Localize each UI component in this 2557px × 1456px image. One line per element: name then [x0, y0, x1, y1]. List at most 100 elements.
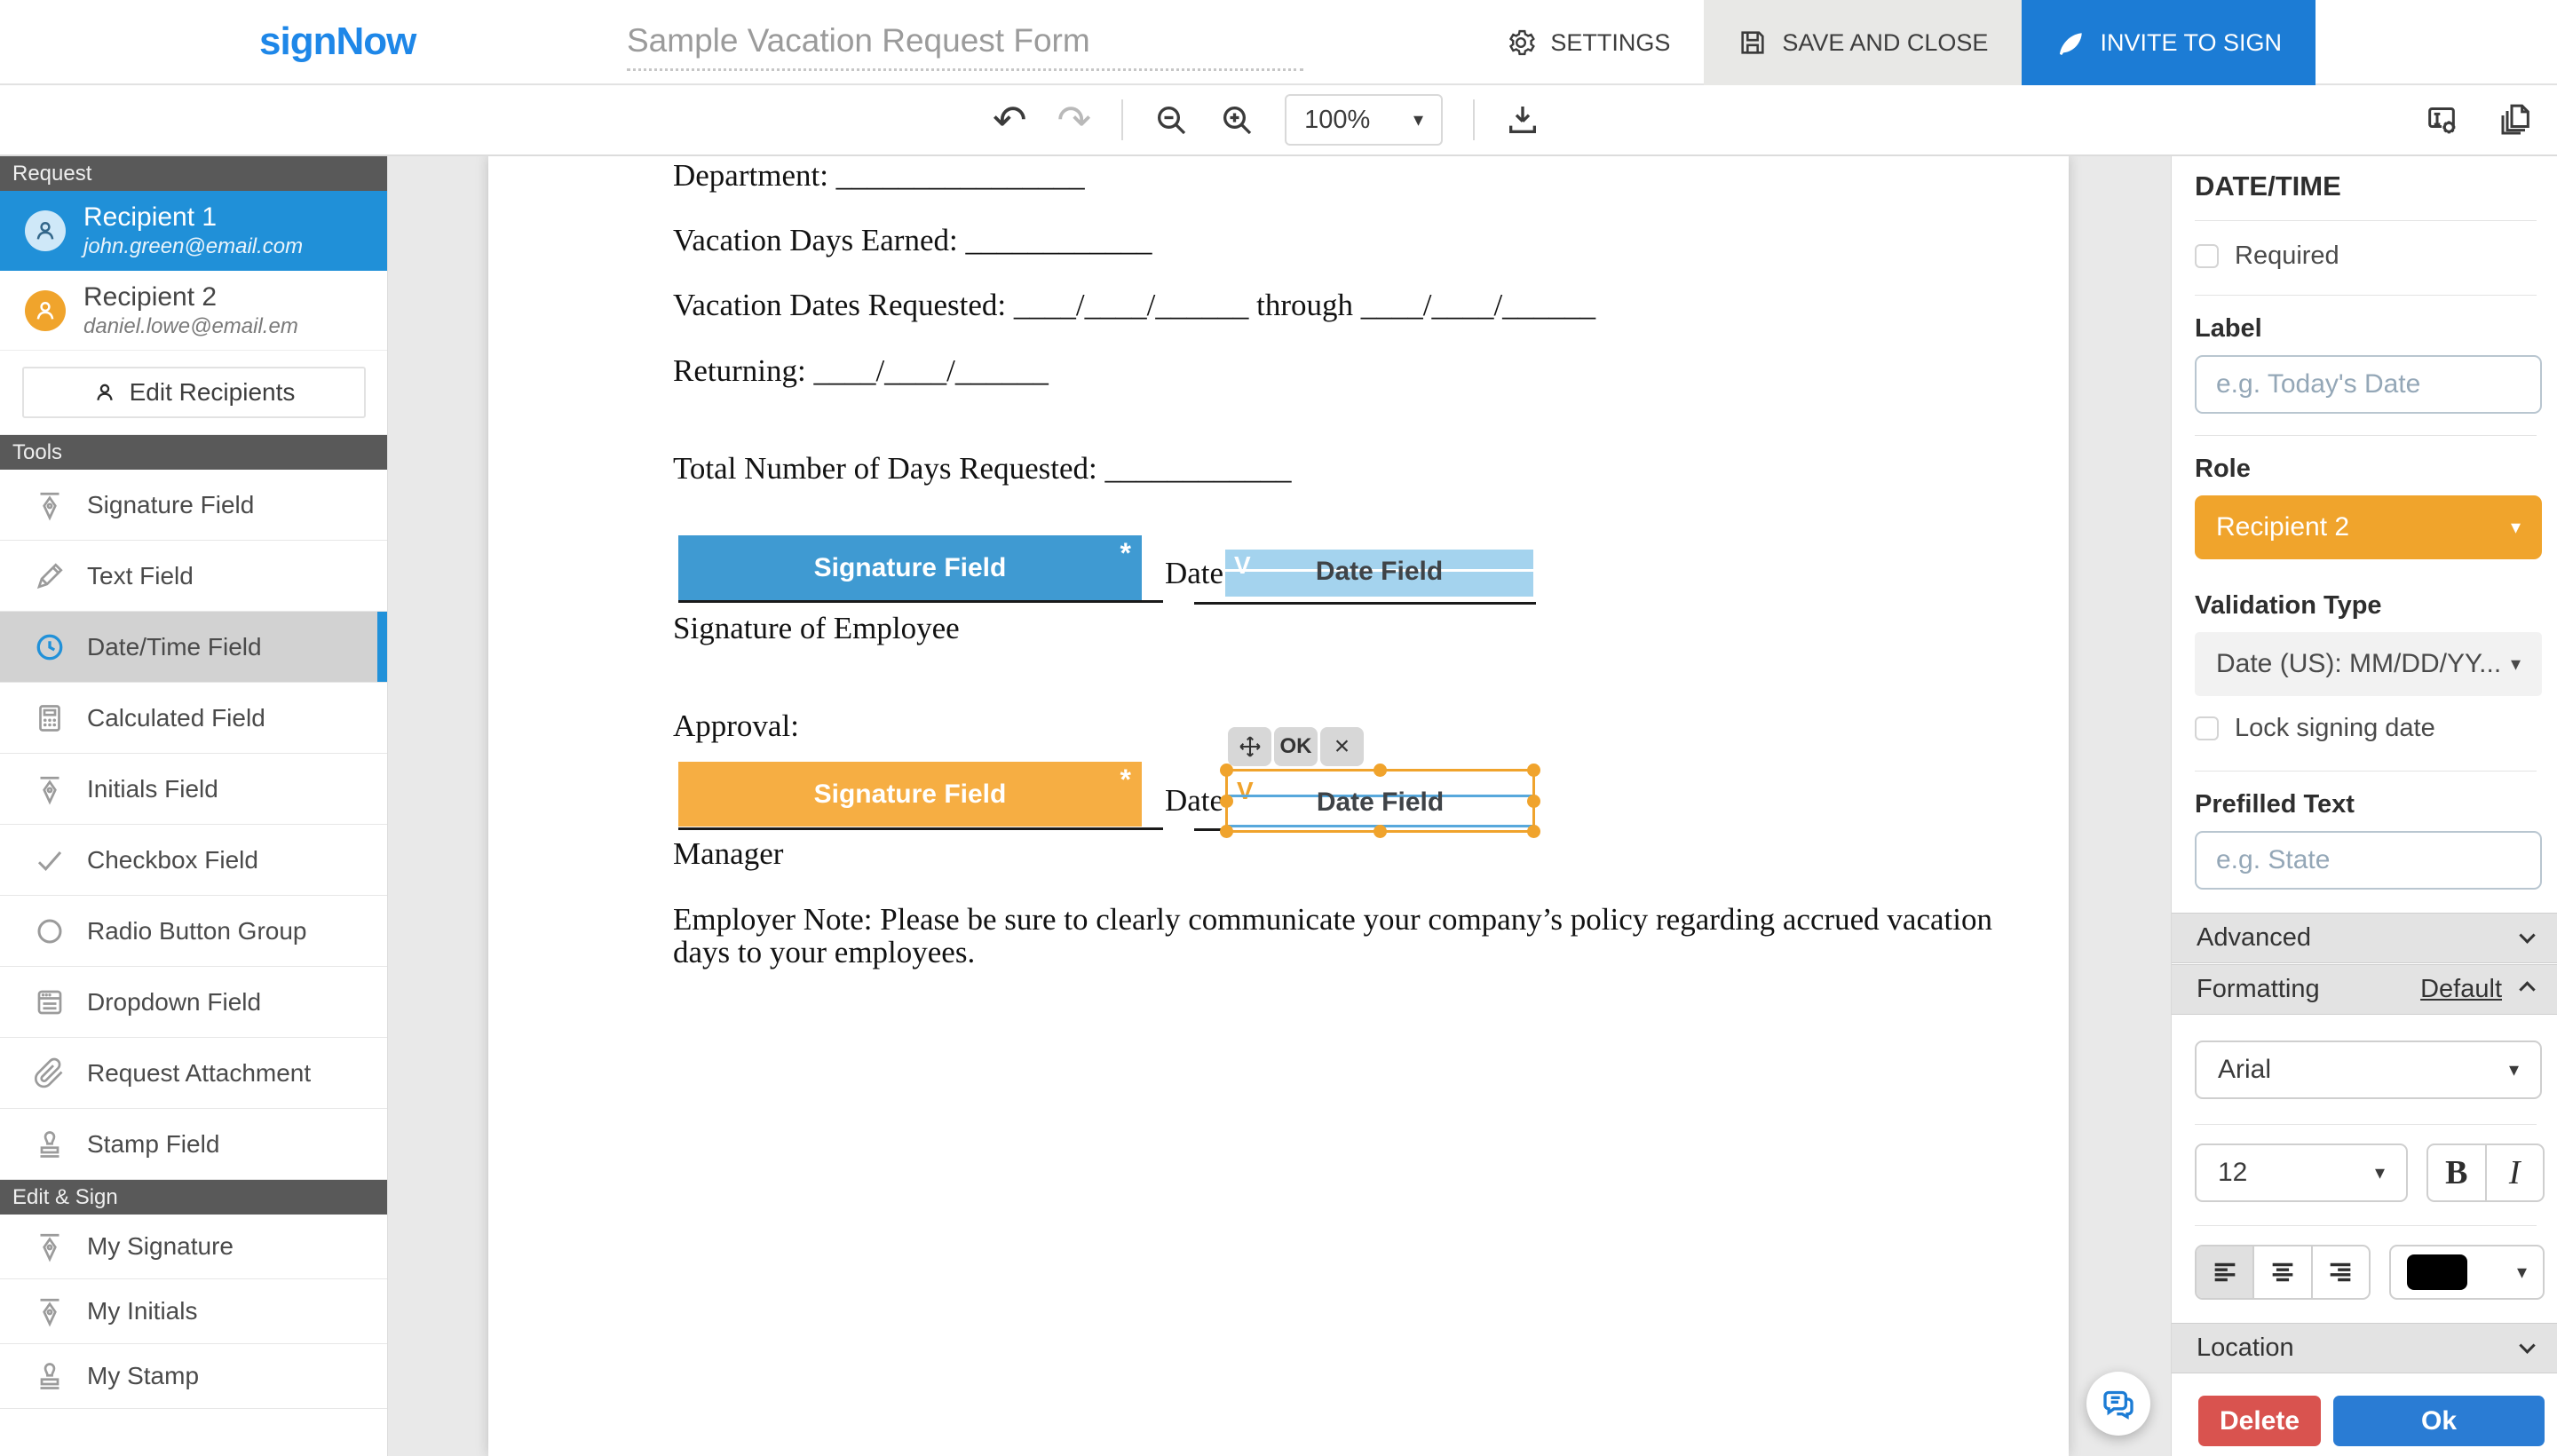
- tool-label: Stamp Field: [87, 1130, 219, 1159]
- resize-handle-s[interactable]: [1373, 825, 1387, 838]
- settings-label: SETTINGS: [1550, 29, 1670, 57]
- formatting-section-toggle[interactable]: Formatting Default: [2172, 964, 2557, 1015]
- required-checkbox-row[interactable]: Required: [2195, 241, 2339, 271]
- label-heading: Label: [2195, 314, 2262, 344]
- date-field-selected[interactable]: V Date Field: [1225, 769, 1535, 833]
- resize-handle-sw[interactable]: [1220, 825, 1233, 838]
- tool-label: Date/Time Field: [87, 633, 262, 661]
- delete-field-button[interactable]: ×: [1320, 727, 1364, 766]
- doc-line-department: Department: ________________: [673, 158, 1085, 194]
- location-section-toggle[interactable]: Location: [2172, 1323, 2557, 1373]
- recipient-2-item[interactable]: Recipient 2 daniel.lowe@email.em: [0, 271, 387, 351]
- label-input[interactable]: e.g. Today's Date: [2195, 355, 2542, 414]
- confirm-field-button[interactable]: OK: [1274, 727, 1318, 766]
- save-and-close-button[interactable]: SAVE AND CLOSE: [1704, 0, 2022, 85]
- doc-line-note-1: Employer Note: Please be sure to clearly…: [673, 902, 1992, 938]
- move-field-button[interactable]: [1228, 727, 1271, 766]
- resize-handle-ne[interactable]: [1527, 764, 1540, 777]
- signature-field-label: Signature Field: [814, 553, 1007, 583]
- left-sidebar: Request Recipient 1 john.green@email.com…: [0, 156, 388, 1456]
- redo-button[interactable]: ↷: [1057, 99, 1092, 140]
- tool-request-attachment[interactable]: Request Attachment: [0, 1038, 387, 1109]
- date-field-recipient1[interactable]: V Date Field: [1225, 550, 1533, 597]
- text-align-group: [2195, 1245, 2371, 1300]
- resize-handle-se[interactable]: [1527, 825, 1540, 838]
- field-settings-icon[interactable]: [2424, 102, 2459, 138]
- lock-signing-date-checkbox[interactable]: [2195, 716, 2219, 740]
- bold-button[interactable]: B: [2428, 1145, 2487, 1200]
- signature-field-recipient1[interactable]: Signature Field *: [678, 535, 1142, 600]
- resize-handle-n[interactable]: [1373, 764, 1387, 777]
- edit-recipients-button[interactable]: Edit Recipients: [22, 367, 366, 418]
- tool-signature-field[interactable]: Signature Field: [0, 470, 387, 541]
- align-center-icon: [2268, 1257, 2298, 1287]
- chevron-down-icon: ▾: [2511, 516, 2521, 539]
- settings-button[interactable]: SETTINGS: [1472, 0, 1704, 85]
- lock-signing-date-row[interactable]: Lock signing date: [2195, 714, 2435, 743]
- zoom-in-icon[interactable]: [1219, 102, 1255, 138]
- advanced-section-toggle[interactable]: Advanced: [2172, 913, 2557, 963]
- toolbar-divider: [1121, 99, 1123, 140]
- delete-button[interactable]: Delete: [2198, 1396, 2321, 1446]
- resize-handle-nw[interactable]: [1220, 764, 1233, 777]
- dropdown-list-icon: [34, 986, 66, 1018]
- formatting-default-link[interactable]: Default: [2420, 975, 2502, 1004]
- tool-label: My Initials: [87, 1297, 197, 1325]
- invite-to-sign-button[interactable]: INVITE TO SIGN: [2022, 0, 2316, 85]
- align-left-button[interactable]: [2197, 1246, 2252, 1298]
- chat-icon: [2101, 1386, 2136, 1421]
- validation-type-select[interactable]: Date (US): MM/DD/YY... ▾: [2195, 632, 2542, 696]
- role-select[interactable]: Recipient 2 ▾: [2195, 495, 2542, 559]
- radio-circle-icon: [34, 915, 66, 947]
- chevron-down-icon: ▾: [2509, 1058, 2519, 1081]
- divider: [2195, 220, 2537, 221]
- tool-date-time-field[interactable]: Date/Time Field: [0, 612, 387, 683]
- tool-my-initials[interactable]: My Initials: [0, 1279, 387, 1344]
- pages-icon[interactable]: [2498, 102, 2534, 138]
- required-checkbox[interactable]: [2195, 244, 2219, 268]
- tool-dropdown-field[interactable]: Dropdown Field: [0, 967, 387, 1038]
- prefilled-text-heading: Prefilled Text: [2195, 790, 2355, 819]
- tool-stamp-field[interactable]: Stamp Field: [0, 1109, 387, 1180]
- signature-underline: [678, 827, 1163, 830]
- tool-radio-button-group[interactable]: Radio Button Group: [0, 896, 387, 967]
- zoom-out-icon[interactable]: [1153, 102, 1189, 138]
- align-center-button[interactable]: [2252, 1246, 2310, 1298]
- chevron-down-icon: ▾: [1413, 108, 1423, 131]
- resize-handle-e[interactable]: [1527, 795, 1540, 808]
- recipient-1-item[interactable]: Recipient 1 john.green@email.com: [0, 191, 387, 271]
- italic-button[interactable]: I: [2487, 1145, 2544, 1200]
- advanced-label: Advanced: [2197, 923, 2311, 953]
- tool-my-signature[interactable]: My Signature: [0, 1215, 387, 1279]
- tool-initials-field[interactable]: Initials Field: [0, 754, 387, 825]
- required-marker: *: [1120, 537, 1131, 570]
- tool-text-field[interactable]: Text Field: [0, 541, 387, 612]
- tool-label: Checkbox Field: [87, 846, 258, 874]
- font-family-select[interactable]: Arial ▾: [2195, 1041, 2542, 1099]
- feather-icon: [2055, 28, 2086, 58]
- doc-date-label-1: Date: [1165, 556, 1223, 591]
- align-right-button[interactable]: [2311, 1246, 2369, 1298]
- top-bar: signNow Sample Vacation Request Form SET…: [0, 0, 2557, 85]
- tool-my-stamp[interactable]: My Stamp: [0, 1344, 387, 1409]
- chat-support-button[interactable]: [2086, 1372, 2150, 1436]
- signature-field-recipient2[interactable]: Signature Field *: [678, 762, 1142, 827]
- topbar-actions: SETTINGS SAVE AND CLOSE INVITE TO SIGN: [1472, 0, 2316, 85]
- save-and-close-label: SAVE AND CLOSE: [1782, 29, 1988, 57]
- document-title-input[interactable]: Sample Vacation Request Form: [627, 12, 1303, 71]
- tool-checkbox-field[interactable]: Checkbox Field: [0, 825, 387, 896]
- zoom-level-select[interactable]: 100% ▾: [1285, 94, 1443, 146]
- location-label: Location: [2197, 1333, 2294, 1363]
- font-size-select[interactable]: 12 ▾: [2195, 1143, 2408, 1202]
- invite-to-sign-label: INVITE TO SIGN: [2100, 29, 2282, 57]
- person-icon: [32, 297, 59, 324]
- prefilled-text-input[interactable]: e.g. State: [2195, 831, 2542, 890]
- download-icon[interactable]: [1505, 102, 1540, 138]
- font-color-select[interactable]: ▾: [2389, 1245, 2545, 1300]
- undo-button[interactable]: ↶: [993, 99, 1027, 140]
- recipient-1-avatar: [25, 210, 66, 251]
- resize-handle-w[interactable]: [1220, 795, 1233, 808]
- formatting-label: Formatting: [2197, 975, 2320, 1004]
- tool-calculated-field[interactable]: Calculated Field: [0, 683, 387, 754]
- ok-button[interactable]: Ok: [2333, 1396, 2545, 1446]
